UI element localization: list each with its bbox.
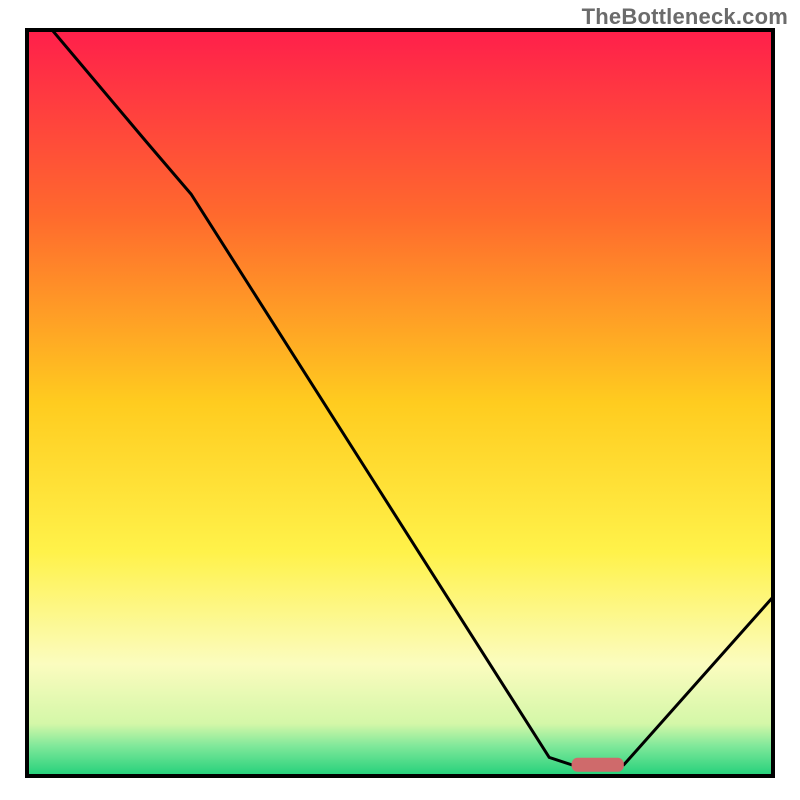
bottleneck-chart: [0, 0, 800, 800]
watermark-text: TheBottleneck.com: [582, 4, 788, 30]
plot-area: [27, 0, 773, 776]
gradient-background: [27, 30, 773, 776]
chart-container: { "watermark": "TheBottleneck.com", "cha…: [0, 0, 800, 800]
optimal-marker: [572, 758, 624, 772]
